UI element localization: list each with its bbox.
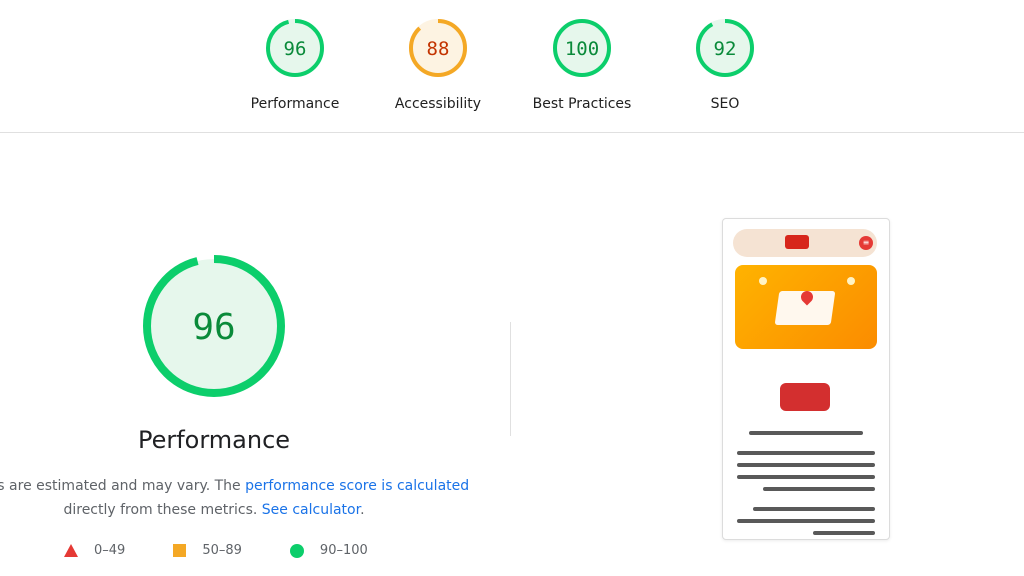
circle-icon — [289, 543, 304, 558]
accessibility-label: Accessibility — [394, 96, 482, 112]
text-line — [813, 531, 875, 535]
performance-score-gauge: 96 — [266, 19, 324, 77]
description-text-end: . — [360, 502, 365, 518]
score-legend: 0–49 50–89 90–100 — [64, 543, 416, 558]
seo-score-value: 92 — [714, 38, 737, 60]
accessibility-score-gauge: 88 — [409, 19, 467, 77]
text-line — [749, 431, 863, 435]
description-text-start: Values are estimated and may vary. The — [0, 478, 241, 494]
final-screenshot-thumbnail[interactable]: ≡ — [722, 218, 890, 540]
performance-score-link[interactable]: performance score is calculated — [245, 478, 469, 494]
menu-icon: ≡ — [859, 236, 873, 250]
see-calculator-link[interactable]: See calculator — [262, 502, 360, 518]
category-scores-bar: 96 Performance 88 Accessibility 100 Best… — [0, 0, 1024, 133]
performance-score-value: 96 — [284, 38, 307, 60]
category-accessibility[interactable]: 88 Accessibility — [378, 18, 498, 112]
description-text-middle: directly from these metrics. — [63, 502, 262, 518]
performance-description: Values are estimated and may vary. The p… — [0, 474, 548, 522]
legend-pass-label: 90–100 — [319, 543, 368, 558]
site-header-logo — [785, 235, 809, 249]
legend-fail: 0–49 — [64, 543, 125, 558]
category-performance[interactable]: 96 Performance — [235, 18, 355, 112]
lamp-icon — [847, 277, 855, 285]
legend-average-label: 50–89 — [202, 543, 242, 558]
accessibility-score-value: 88 — [427, 38, 450, 60]
brand-logo-image — [780, 383, 830, 411]
vertical-divider — [510, 322, 511, 436]
legend-pass: 90–100 — [289, 543, 368, 558]
seo-score-gauge: 92 — [696, 19, 754, 77]
text-line — [737, 463, 875, 467]
category-best-practices[interactable]: 100 Best Practices — [522, 18, 642, 112]
best-practices-label: Best Practices — [532, 96, 632, 112]
square-icon — [173, 544, 187, 557]
main-performance-gauge: 96 — [143, 255, 285, 397]
text-line — [753, 507, 875, 511]
text-line — [737, 475, 875, 479]
seo-label: SEO — [710, 96, 740, 112]
performance-label: Performance — [250, 96, 340, 112]
triangle-icon — [64, 544, 78, 557]
text-line — [737, 451, 875, 455]
main-performance-title: Performance — [137, 426, 291, 454]
hero-banner-image — [735, 265, 877, 349]
main-performance-score: 96 — [192, 307, 235, 348]
category-seo[interactable]: 92 SEO — [665, 18, 785, 112]
text-line — [737, 519, 875, 523]
best-practices-score-gauge: 100 — [553, 19, 611, 77]
best-practices-score-value: 100 — [565, 38, 599, 60]
legend-average: 50–89 — [173, 543, 242, 558]
lamp-icon — [759, 277, 767, 285]
legend-fail-label: 0–49 — [94, 543, 126, 558]
text-line — [763, 487, 875, 491]
